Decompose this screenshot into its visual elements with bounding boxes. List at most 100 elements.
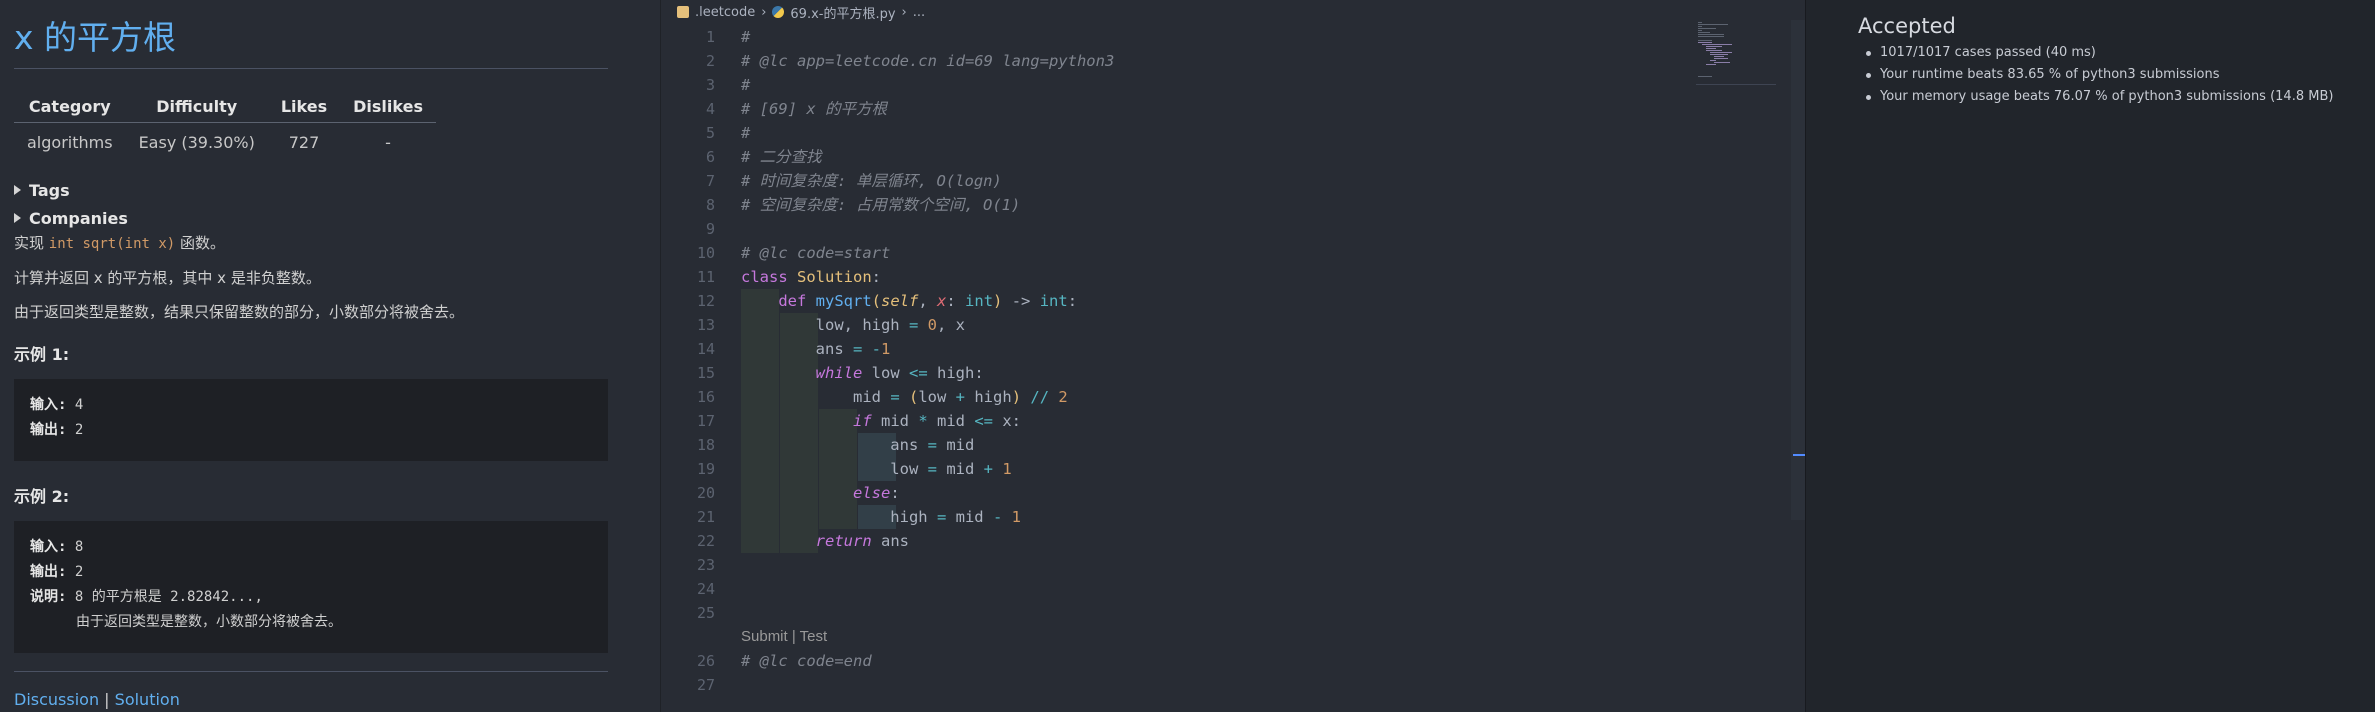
- result-panel: Accepted 1017/1017 cases passed (40 ms) …: [1805, 0, 2375, 712]
- table-header-row: Category Difficulty Likes Dislikes: [14, 91, 436, 123]
- input-value: 8: [66, 539, 84, 555]
- list-item: Your runtime beats 83.65 % of python3 su…: [1858, 64, 2375, 86]
- codelens-submit-test[interactable]: Submit | Test: [741, 625, 1114, 649]
- line-number: 16: [696, 388, 715, 406]
- code-line: # 时间复杂度: 单层循环, O(logn): [741, 172, 1002, 190]
- code-line: mid = (low + high) // 2: [741, 388, 1068, 406]
- code-line: #: [741, 76, 751, 94]
- tags-label: Tags: [29, 180, 70, 200]
- example-1-input: 输入: 4: [30, 393, 592, 418]
- line-number: 2: [705, 52, 715, 70]
- result-status: Accepted: [1858, 14, 1956, 38]
- breadcrumb-symbol[interactable]: ...: [913, 5, 925, 20]
- input-label: 输入:: [30, 397, 67, 413]
- code-lines[interactable]: # # @lc app=leetcode.cn id=69 lang=pytho…: [741, 25, 1114, 697]
- problem-meta-table: Category Difficulty Likes Dislikes algor…: [14, 91, 436, 162]
- example-1-output: 输出: 2: [30, 418, 592, 443]
- code-line: if mid * mid <= x:: [852, 412, 1022, 430]
- output-label: 输出:: [30, 564, 67, 580]
- line-number: 5: [705, 124, 715, 142]
- code-line: #: [741, 124, 751, 142]
- code-editor[interactable]: .leetcode › 69.x-的平方根.py › ... 1 2 3 4 5…: [660, 0, 1805, 712]
- example-2-output: 输出: 2: [30, 560, 592, 585]
- line-number: 13: [696, 316, 715, 334]
- breadcrumb-folder[interactable]: .leetcode: [695, 5, 755, 20]
- example-2-heading: 示例 2:: [14, 487, 70, 506]
- line-number: 11: [696, 268, 715, 286]
- divider: [14, 671, 608, 672]
- description-line-2: 计算并返回 x 的平方根，其中 x 是非负整数。: [14, 269, 321, 287]
- dislikes-cell: -: [385, 133, 391, 152]
- expand-triangle-icon: [14, 213, 21, 223]
- category-cell: algorithms: [27, 133, 113, 152]
- inline-code: int sqrt(int x): [48, 236, 176, 252]
- desc-text: 实现: [14, 234, 49, 252]
- line-number: 8: [705, 196, 715, 214]
- line-number: 1: [705, 28, 715, 46]
- desc-text: 函数。: [175, 234, 225, 252]
- chevron-right-icon: ›: [901, 4, 907, 20]
- code-line: ans = -1: [741, 340, 891, 358]
- line-number: 23: [696, 556, 715, 574]
- code-line: #: [741, 28, 751, 46]
- description-line-3: 由于返回类型是整数，结果只保留整数的部分，小数部分将被舍去。: [14, 303, 465, 321]
- divider: [14, 68, 608, 69]
- problem-title: x 的平方根: [14, 18, 177, 57]
- folder-icon: [677, 6, 689, 18]
- description-line-1: 实现 int sqrt(int x) 函数。: [14, 232, 646, 255]
- table-header-difficulty: Difficulty: [125, 91, 268, 123]
- line-number-gutter: 1 2 3 4 5 6 7 8 9 10 11 12 13 14 15 16 1…: [661, 25, 721, 697]
- breadcrumb: .leetcode › 69.x-的平方根.py › ...: [677, 3, 925, 22]
- chevron-right-icon: ›: [761, 4, 767, 20]
- example-1-box: 输入: 4 输出: 2: [14, 379, 608, 461]
- code-line: return ans: [815, 532, 909, 550]
- code-line: # @lc app=leetcode.cn id=69 lang=python3: [741, 52, 1115, 70]
- line-number: 14: [696, 340, 715, 358]
- output-value: 2: [66, 564, 84, 580]
- line-number: 25: [696, 604, 715, 622]
- codelens-spacer: [661, 625, 721, 649]
- explain-label: 说明:: [30, 589, 67, 605]
- breadcrumb-file[interactable]: 69.x-的平方根.py: [790, 3, 895, 22]
- likes-cell: 727: [288, 133, 320, 152]
- line-number: 6: [705, 148, 715, 166]
- code-line: # @lc code=end: [741, 652, 872, 670]
- line-number: 17: [696, 412, 715, 430]
- line-number: 10: [696, 244, 715, 262]
- line-number: 27: [696, 676, 715, 694]
- minimap[interactable]: [1696, 20, 1776, 90]
- solution-link[interactable]: Solution: [115, 690, 180, 709]
- line-number: 4: [705, 100, 715, 118]
- list-item: Your memory usage beats 76.07 % of pytho…: [1858, 86, 2375, 108]
- link-separator: |: [99, 690, 115, 709]
- scrollbar-cursor-marker: [1793, 454, 1805, 456]
- vertical-scrollbar[interactable]: [1791, 20, 1805, 520]
- table-header-likes: Likes: [267, 91, 341, 123]
- line-number: 18: [696, 436, 715, 454]
- output-label: 输出:: [30, 422, 67, 438]
- code-line: # [69] x 的平方根: [741, 100, 887, 118]
- code-line: high = mid - 1: [741, 508, 1022, 526]
- discussion-link[interactable]: Discussion: [14, 690, 99, 709]
- example-2-box: 输入: 8 输出: 2 说明: 8 的平方根是 2.82842..., 由于返回…: [14, 521, 608, 653]
- expand-triangle-icon: [14, 185, 21, 195]
- list-item: 1017/1017 cases passed (40 ms): [1858, 42, 2375, 64]
- code-line: # 空间复杂度: 占用常数个空间, O(1): [741, 196, 1021, 214]
- code-line: low, high = 0, x: [741, 316, 966, 334]
- problem-panel: x 的平方根 Category Difficulty Likes Dislike…: [0, 0, 660, 712]
- input-label: 输入:: [30, 539, 67, 555]
- line-number: 15: [696, 364, 715, 382]
- app-root: x 的平方根 Category Difficulty Likes Dislike…: [0, 0, 2375, 712]
- tags-toggle[interactable]: Tags: [14, 178, 646, 202]
- code-line: # 二分查找: [741, 148, 822, 166]
- code-line: while low <= high:: [815, 364, 984, 382]
- explain-value: 8 的平方根是 2.82842...,: [66, 589, 263, 605]
- companies-toggle[interactable]: Companies: [14, 206, 646, 230]
- example-2-input: 输入: 8: [30, 535, 592, 560]
- result-list: 1017/1017 cases passed (40 ms) Your runt…: [1858, 42, 2375, 108]
- line-number: 21: [696, 508, 715, 526]
